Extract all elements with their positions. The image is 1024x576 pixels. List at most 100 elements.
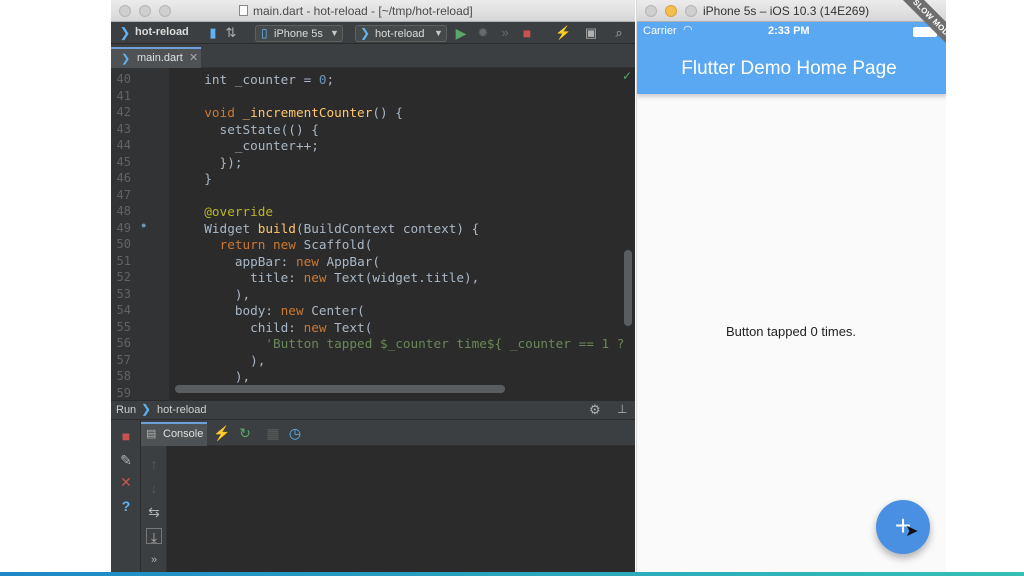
- wifi-icon: ◠: [683, 24, 693, 36]
- code-line[interactable]: }: [189, 171, 212, 186]
- line-number: 46: [116, 171, 131, 185]
- restart-icon[interactable]: ↻: [237, 425, 253, 441]
- override-marker-icon[interactable]: ●: [141, 220, 146, 230]
- chevron-down-icon: ▼: [434, 28, 443, 38]
- app-bar-title: Flutter Demo Home Page: [681, 58, 897, 79]
- hide-panel-icon[interactable]: ⊥: [617, 402, 627, 416]
- device-selector[interactable]: ▯ iPhone 5s ▼: [255, 25, 343, 42]
- flutter-run-icon: ❯: [141, 402, 152, 416]
- zoom-window-button[interactable]: [159, 5, 171, 17]
- help-icon[interactable]: ?: [118, 498, 134, 514]
- tab-console[interactable]: ▤ Console: [141, 422, 207, 446]
- debug-paint-icon[interactable]: ▦: [265, 425, 281, 441]
- line-number: 48: [116, 204, 131, 218]
- hot-reload-icon[interactable]: ⚡: [555, 25, 571, 41]
- line-number: 47: [116, 187, 131, 202]
- line-number: 54: [116, 303, 131, 317]
- counter-text: Button tapped 0 times.: [725, 324, 857, 339]
- search-icon[interactable]: ⌕: [611, 25, 627, 41]
- tab-main-dart[interactable]: ❯ main.dart ✕: [111, 47, 201, 68]
- inspection-ok-icon: ✓: [622, 69, 633, 83]
- console-output[interactable]: [167, 446, 635, 572]
- close-tab-icon[interactable]: ✕: [189, 51, 198, 64]
- scroll-to-end-icon[interactable]: ⤓: [146, 528, 162, 545]
- hot-reload-icon[interactable]: ⚡: [213, 425, 230, 441]
- line-number: 44: [116, 138, 131, 152]
- line-number: 45: [116, 154, 131, 169]
- line-number: 41: [116, 88, 131, 103]
- structure-icon[interactable]: ⇅: [223, 25, 239, 41]
- code-line[interactable]: body: new Center(: [189, 303, 365, 318]
- run-tabs: ▤ Console ⚡ ↻ ▦ ◷: [141, 420, 635, 446]
- flutter-icon: ❯: [119, 25, 131, 40]
- code-line[interactable]: ),: [189, 353, 265, 368]
- run-icon[interactable]: ▶: [453, 25, 469, 41]
- line-number: 51: [116, 253, 131, 268]
- code-editor[interactable]: int _counter = 0; void _incrementCounter…: [169, 68, 635, 400]
- code-line[interactable]: void _incrementCounter() {: [189, 105, 403, 120]
- zoom-window-button[interactable]: [685, 5, 697, 17]
- ide-window-title-text: main.dart - hot-reload - [~/tmp/hot-relo…: [253, 4, 473, 18]
- soft-wrap-icon[interactable]: ⇆: [146, 504, 162, 520]
- carrier-label: Carrier: [643, 25, 677, 37]
- run-side-toolbar: ■ ✎ ✕ ?: [111, 420, 141, 572]
- code-line[interactable]: setState(() {: [189, 122, 319, 137]
- ide-toolbar: ❯ hot-reload ▮ ⇅ ▯ iPhone 5s ▼ ❯ hot-rel…: [111, 22, 635, 44]
- code-line[interactable]: ),: [189, 369, 250, 384]
- run-config-label: hot-reload: [375, 28, 425, 40]
- code-line[interactable]: 'Button tapped $_counter time${ _counter…: [189, 336, 635, 351]
- run-config-selector[interactable]: ❯ hot-reload ▼: [355, 25, 447, 42]
- simulator-titlebar: iPhone 5s – iOS 10.3 (14E269): [637, 0, 946, 22]
- simulator-window: iPhone 5s – iOS 10.3 (14E269) Carrier ◠ …: [636, 0, 946, 572]
- pin-icon[interactable]: ✎: [118, 452, 134, 468]
- device-selector-label: iPhone 5s: [274, 28, 323, 40]
- increment-fab[interactable]: +: [876, 500, 930, 554]
- code-line[interactable]: ),: [189, 287, 250, 302]
- stop-icon[interactable]: ■: [519, 25, 535, 41]
- editor-vertical-scrollbar[interactable]: [624, 250, 632, 326]
- line-number: 57: [116, 352, 131, 367]
- code-line[interactable]: _counter++;: [189, 138, 319, 153]
- ide-window-title: main.dart - hot-reload - [~/tmp/hot-relo…: [239, 4, 473, 18]
- code-line[interactable]: return new Scaffold(: [189, 237, 373, 252]
- project-name[interactable]: hot-reload: [135, 26, 189, 38]
- line-number: 50: [116, 237, 131, 251]
- line-number: 52: [116, 270, 131, 284]
- line-number: 55: [116, 319, 131, 334]
- editor-horizontal-scrollbar[interactable]: [175, 385, 505, 393]
- run-config-name[interactable]: hot-reload: [157, 404, 207, 416]
- minimize-window-button[interactable]: [665, 5, 677, 17]
- timer-icon[interactable]: ◷: [287, 425, 303, 441]
- settings-icon[interactable]: ⚙: [589, 402, 601, 418]
- code-line[interactable]: });: [189, 155, 243, 170]
- tab-main-dart-label: main.dart: [137, 52, 183, 64]
- minimize-window-button[interactable]: [139, 5, 151, 17]
- stop-run-icon[interactable]: ■: [118, 428, 134, 444]
- line-number: 49: [116, 220, 131, 235]
- console-side-toolbar: ↑ ↓ ⇆ ⤓ »: [141, 446, 167, 572]
- sync-icon[interactable]: ▮: [205, 25, 221, 41]
- code-line[interactable]: @override: [189, 204, 273, 219]
- close-window-button[interactable]: [119, 5, 131, 17]
- close-window-button[interactable]: [645, 5, 657, 17]
- debug-icon[interactable]: ✹: [475, 25, 491, 41]
- code-line[interactable]: title: new Text(widget.title),: [189, 270, 479, 285]
- phone-icon: ▯: [261, 26, 268, 40]
- arrow-up-icon[interactable]: ↑: [146, 456, 162, 472]
- project-structure-icon[interactable]: ▣: [583, 25, 599, 41]
- code-line[interactable]: int _counter = 0;: [189, 72, 334, 87]
- status-bar: Carrier ◠ 2:33 PM: [637, 22, 946, 40]
- more-icon[interactable]: »: [146, 552, 162, 568]
- tab-console-label: Console: [163, 428, 204, 440]
- line-number: 42: [116, 105, 131, 119]
- flutter-config-icon: ❯: [360, 26, 371, 40]
- code-line[interactable]: Widget build(BuildContext context) {: [189, 221, 479, 236]
- app-bar: Carrier ◠ 2:33 PM Flutter Demo Home Page: [637, 22, 946, 94]
- code-line[interactable]: appBar: new AppBar(: [189, 254, 380, 269]
- arrow-down-icon[interactable]: ↓: [146, 480, 162, 496]
- attach-icon[interactable]: »: [497, 25, 513, 41]
- code-line[interactable]: child: new Text(: [189, 320, 372, 335]
- run-label: Run: [116, 404, 137, 416]
- close-run-icon[interactable]: ✕: [118, 474, 134, 490]
- line-number: 53: [116, 286, 131, 301]
